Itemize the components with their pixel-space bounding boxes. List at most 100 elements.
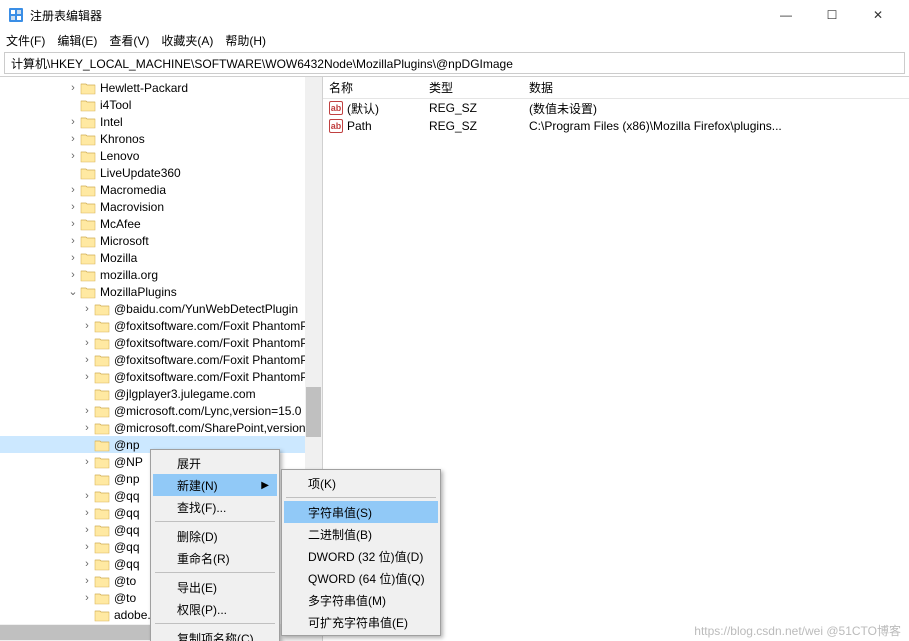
maximize-button[interactable]: ☐ (809, 0, 855, 30)
folder-icon (80, 234, 96, 248)
context-submenu-new[interactable]: 项(K) 字符串值(S) 二进制值(B) DWORD (32 位)值(D) QW… (281, 469, 441, 636)
tree-node-label: @microsoft.com/Lync,version=15.0 (114, 404, 301, 418)
chevron-right-icon[interactable]: › (66, 133, 80, 145)
chevron-right-icon[interactable]: › (80, 371, 94, 383)
chevron-right-icon[interactable]: › (80, 405, 94, 417)
ctx-new-string[interactable]: 字符串值(S) (284, 501, 438, 523)
folder-icon (80, 132, 96, 146)
value-name: (默认) (347, 100, 379, 117)
tree-node[interactable]: ⌄MozillaPlugins (0, 283, 322, 300)
tree-node[interactable]: ›Intel (0, 113, 322, 130)
ctx-copy-key-name[interactable]: 复制项名称(C) (153, 627, 277, 641)
menu-favorites[interactable]: 收藏夹(A) (161, 32, 213, 49)
tree-node[interactable]: › @microsoft.com/Lync,version=15.0 (0, 402, 322, 419)
chevron-right-icon[interactable]: › (80, 456, 94, 468)
ctx-new-expand[interactable]: 可扩充字符串值(E) (284, 611, 438, 633)
tree-node[interactable]: ›mozilla.org (0, 266, 322, 283)
folder-icon (94, 455, 110, 469)
tree-node[interactable]: › Microsoft (0, 232, 322, 249)
chevron-right-icon[interactable]: › (80, 541, 94, 553)
ctx-new[interactable]: 新建(N)▶ (153, 474, 277, 496)
tree-node[interactable]: › @foxitsoftware.com/Foxit PhantomPD (0, 317, 322, 334)
tree-node[interactable]: ›Macromedia (0, 181, 322, 198)
chevron-down-icon[interactable]: ⌄ (66, 285, 80, 298)
address-bar[interactable]: 计算机\HKEY_LOCAL_MACHINE\SOFTWARE\WOW6432N… (4, 52, 905, 74)
ctx-find[interactable]: 查找(F)... (153, 496, 277, 518)
tree-node[interactable]: ›@baidu.com/YunWebDetectPlugin (0, 300, 322, 317)
column-data[interactable]: 数据 (523, 79, 909, 96)
tree-node[interactable]: i4Tool (0, 96, 322, 113)
value-row[interactable]: ab(默认)REG_SZ(数值未设置) (323, 99, 909, 117)
tree-node-label: @qq (114, 523, 140, 537)
tree-node-label: @np (114, 438, 140, 452)
scrollbar-thumb[interactable] (306, 387, 321, 437)
tree-node[interactable]: › McAfee (0, 215, 322, 232)
value-row[interactable]: abPathREG_SZC:\Program Files (x86)\Mozil… (323, 117, 909, 135)
chevron-right-icon[interactable]: › (66, 218, 80, 230)
tree-node-label: @np (114, 472, 140, 486)
tree-node[interactable]: @jlgplayer3.julegame.com (0, 385, 322, 402)
tree-node-label: @to (114, 591, 136, 605)
chevron-right-icon[interactable]: › (80, 524, 94, 536)
tree-node[interactable]: ›Macrovision (0, 198, 322, 215)
ctx-new-multi[interactable]: 多字符串值(M) (284, 589, 438, 611)
tree-node-label: McAfee (100, 217, 141, 231)
chevron-right-icon[interactable]: › (66, 252, 80, 264)
menu-help[interactable]: 帮助(H) (225, 32, 266, 49)
tree-node-label: @NP (114, 455, 143, 469)
column-type[interactable]: 类型 (423, 79, 523, 96)
chevron-right-icon[interactable]: › (66, 201, 80, 213)
chevron-right-icon[interactable]: › (80, 507, 94, 519)
chevron-right-icon[interactable]: › (80, 320, 94, 332)
tree-node-label: @foxitsoftware.com/Foxit PhantomPD (114, 336, 317, 350)
tree-node-label: @foxitsoftware.com/Foxit PhantomPD (114, 319, 317, 333)
chevron-right-icon[interactable]: › (80, 354, 94, 366)
chevron-right-icon[interactable]: › (80, 592, 94, 604)
tree-node[interactable]: › @foxitsoftware.com/Foxit PhantomPD (0, 368, 322, 385)
ctx-permissions[interactable]: 权限(P)... (153, 598, 277, 620)
ctx-rename[interactable]: 重命名(R) (153, 547, 277, 569)
chevron-right-icon[interactable]: › (66, 184, 80, 196)
chevron-right-icon[interactable]: › (80, 337, 94, 349)
ctx-new-label: 新建(N) (177, 477, 218, 494)
tree-node[interactable]: ›@foxitsoftware.com/Foxit PhantomPD (0, 351, 322, 368)
close-button[interactable]: ✕ (855, 0, 901, 30)
chevron-right-icon[interactable]: › (66, 269, 80, 281)
ctx-new-dword[interactable]: DWORD (32 位)值(D) (284, 545, 438, 567)
ctx-new-qword[interactable]: QWORD (64 位)值(Q) (284, 567, 438, 589)
chevron-right-icon[interactable]: › (80, 303, 94, 315)
tree-node-label: Mozilla (100, 251, 137, 265)
chevron-right-icon[interactable]: › (80, 575, 94, 587)
chevron-right-icon[interactable]: › (66, 116, 80, 128)
tree-node[interactable]: › Mozilla (0, 249, 322, 266)
tree-node[interactable]: ›@microsoft.com/SharePoint,version= (0, 419, 322, 436)
chevron-right-icon[interactable]: › (80, 558, 94, 570)
tree-node-label: Microsoft (100, 234, 149, 248)
tree-node[interactable]: ›Lenovo (0, 147, 322, 164)
ctx-new-key[interactable]: 项(K) (284, 472, 438, 494)
column-name[interactable]: 名称 (323, 79, 423, 96)
ctx-delete[interactable]: 删除(D) (153, 525, 277, 547)
menu-view[interactable]: 查看(V) (109, 32, 149, 49)
menu-file[interactable]: 文件(F) (6, 32, 45, 49)
folder-icon (94, 421, 110, 435)
tree-node-label: @foxitsoftware.com/Foxit PhantomPD (114, 370, 317, 384)
ctx-expand[interactable]: 展开 (153, 452, 277, 474)
ctx-export[interactable]: 导出(E) (153, 576, 277, 598)
chevron-right-icon[interactable]: › (66, 82, 80, 94)
chevron-right-icon[interactable]: › (66, 150, 80, 162)
ctx-new-binary[interactable]: 二进制值(B) (284, 523, 438, 545)
menu-edit[interactable]: 编辑(E) (57, 32, 97, 49)
minimize-button[interactable]: — (763, 0, 809, 30)
context-menu[interactable]: 展开 新建(N)▶ 查找(F)... 删除(D) 重命名(R) 导出(E) 权限… (150, 449, 280, 641)
tree-node-label: i4Tool (100, 98, 131, 112)
tree-node[interactable]: ›Hewlett-Packard (0, 79, 322, 96)
chevron-right-icon[interactable]: › (80, 490, 94, 502)
chevron-right-icon[interactable]: › (66, 235, 80, 247)
tree-node[interactable]: LiveUpdate360 (0, 164, 322, 181)
values-list: ab(默认)REG_SZ(数值未设置)abPathREG_SZC:\Progra… (323, 99, 909, 135)
chevron-right-icon[interactable]: › (80, 422, 94, 434)
folder-icon (80, 251, 96, 265)
tree-node[interactable]: › @foxitsoftware.com/Foxit PhantomPD (0, 334, 322, 351)
tree-node[interactable]: ›Khronos (0, 130, 322, 147)
